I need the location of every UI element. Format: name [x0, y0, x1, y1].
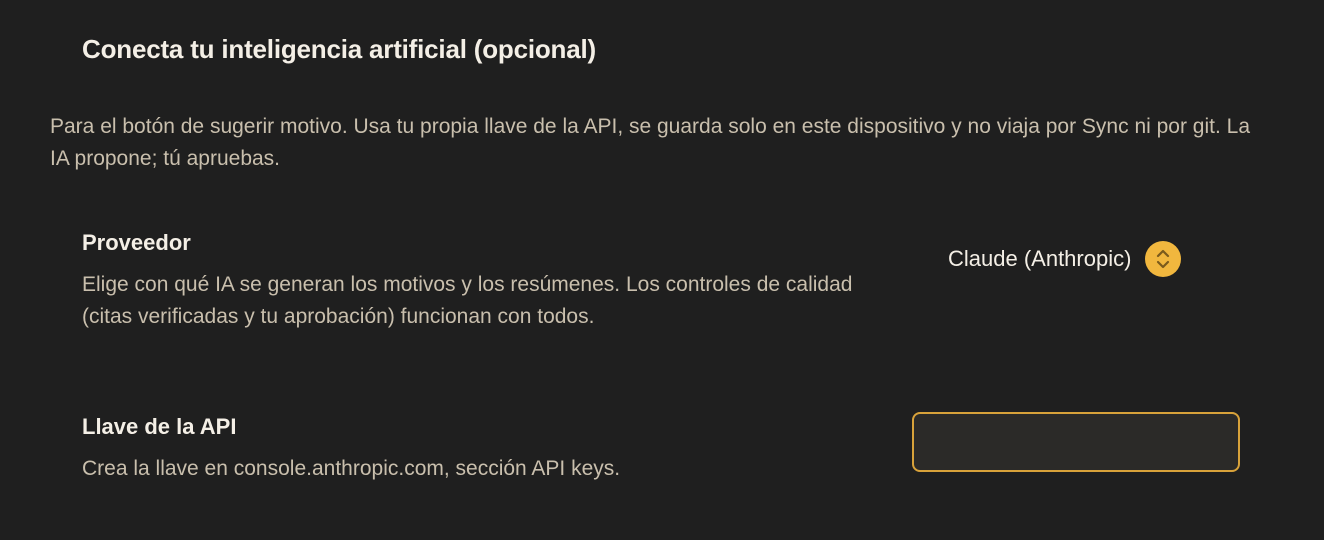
api-key-input[interactable]	[912, 412, 1240, 472]
section-title: Conecta tu inteligencia artificial (opci…	[82, 34, 596, 64]
ai-settings-panel: Conecta tu inteligencia artificial (opci…	[0, 0, 1324, 540]
provider-title: Proveedor	[82, 230, 191, 255]
provider-selected-value: Claude (Anthropic)	[948, 246, 1132, 271]
provider-picker[interactable]: Claude (Anthropic)	[948, 240, 1182, 278]
api-key-description: Crea la llave en console.anthropic.com, …	[82, 457, 621, 480]
provider-description: Elige con qué IA se generan los motivos …	[82, 273, 853, 328]
api-key-title: Llave de la API	[82, 414, 237, 439]
chevron-up-down-icon[interactable]	[1145, 241, 1182, 277]
section-intro: Para el botón de sugerir motivo. Usa tu …	[50, 115, 1251, 170]
